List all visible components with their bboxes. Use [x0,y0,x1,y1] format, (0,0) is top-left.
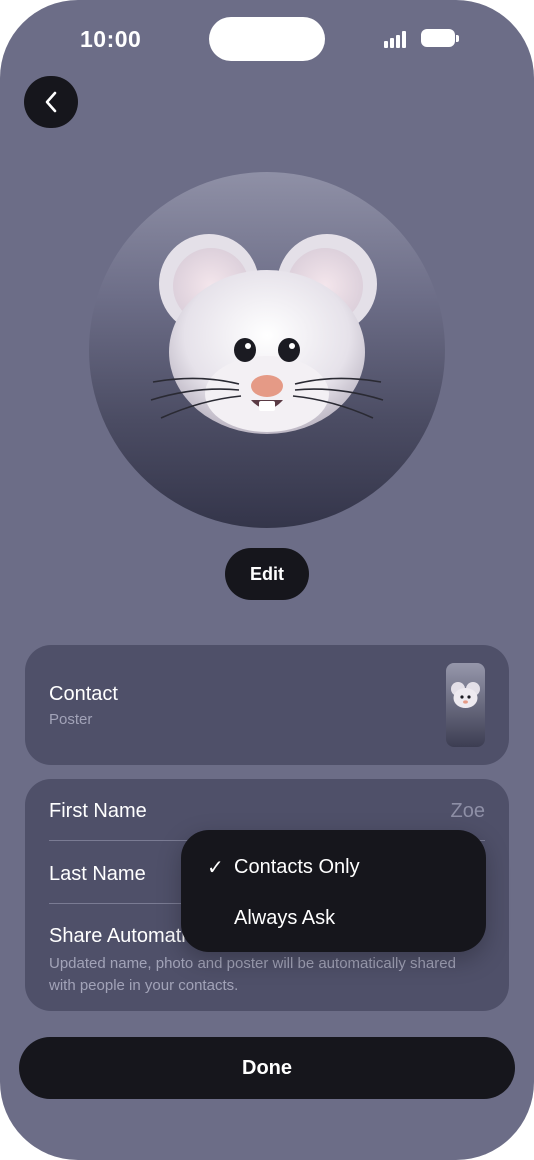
first-name-label: First Name [49,800,147,822]
menu-item-always-ask[interactable]: Always Ask [181,893,486,943]
mouse-memoji-icon [150,234,384,434]
share-options-menu: ✓ Contacts Only Always Ask [181,830,486,952]
chevron-left-icon [45,91,57,113]
avatar[interactable] [89,172,445,528]
status-time: 10:00 [80,26,142,52]
first-name-field[interactable]: Zoe [451,800,485,823]
done-button[interactable]: Done [19,1037,515,1099]
menu-item-contacts-only[interactable]: ✓ Contacts Only [181,842,486,892]
contact-poster-card[interactable]: Contact Poster [25,645,509,765]
menu-item-label: Contacts Only [234,855,360,878]
poster-thumbnail[interactable] [446,663,485,747]
signal-icon [384,31,412,48]
last-name-label: Last Name [49,863,146,885]
contact-poster-title: Contact [49,683,118,705]
share-description: Updated name, photo and poster will be a… [49,955,456,994]
dynamic-island [209,17,325,61]
battery-cap [456,35,459,42]
battery-icon [421,29,455,47]
edit-button[interactable]: Edit [225,548,309,600]
checkmark-icon: ✓ [207,856,224,879]
contact-poster-subtitle: Poster [49,711,93,728]
phone-screen: 10:00 Edit Contact Poster First Name Zoe… [0,0,534,1160]
share-automatically-label[interactable]: Share Automati [49,925,186,948]
menu-item-label: Always Ask [234,906,336,929]
back-button[interactable] [24,76,78,128]
mouse-memoji-thumb-icon [451,682,480,708]
